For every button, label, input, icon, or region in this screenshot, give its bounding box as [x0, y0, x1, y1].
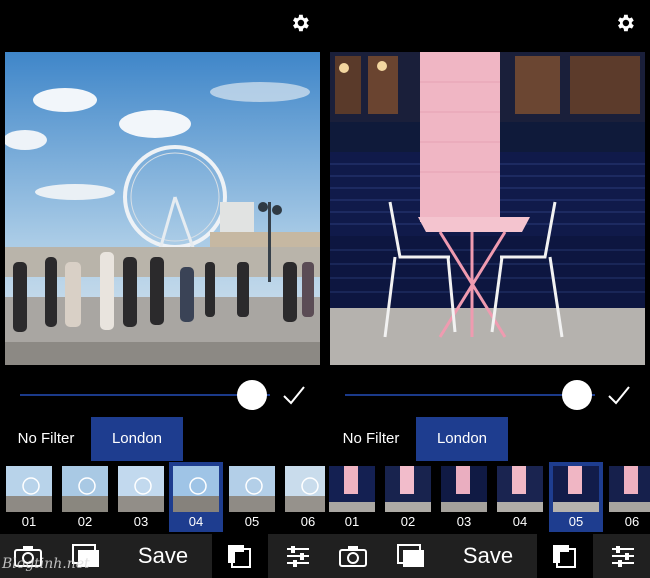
filter-tabs: No Filter London — [325, 417, 650, 461]
filter-thumbnail[interactable]: 02 — [381, 462, 435, 532]
watermark-text: Blogtinh.net — [2, 556, 90, 572]
tab-london[interactable]: London — [416, 417, 508, 461]
filter-thumbnail-selected[interactable]: 04 — [169, 462, 223, 532]
save-button[interactable]: Save — [443, 534, 533, 578]
filter-tabs: No Filter London — [0, 417, 325, 461]
slider-track — [20, 394, 270, 396]
thumbnail-number: 06 — [624, 514, 640, 529]
filter-thumbnail[interactable]: 03 — [437, 462, 491, 532]
intensity-slider[interactable] — [345, 380, 595, 410]
filter-thumbnails: 01 02 03 04 05 06 — [325, 462, 650, 532]
camera-button[interactable] — [325, 534, 380, 578]
tab-no-filter[interactable]: No Filter — [333, 417, 409, 461]
camera-icon — [338, 546, 367, 567]
slider-knob[interactable] — [562, 380, 592, 410]
filter-strip-icon — [228, 545, 251, 568]
gear-icon[interactable] — [614, 12, 636, 34]
london-eye-photo — [5, 52, 320, 365]
gear-icon[interactable] — [289, 12, 311, 34]
intensity-slider[interactable] — [20, 380, 270, 410]
filter-thumbnail[interactable]: 06 — [605, 462, 650, 532]
left-editor-panel: No Filter London 01 02 03 04 05 06 Save … — [0, 0, 325, 578]
thumbnail-image — [173, 466, 219, 512]
thumbnail-number: 03 — [456, 514, 472, 529]
sliders-icon — [611, 546, 634, 567]
thumbnail-image — [118, 466, 164, 512]
filter-thumbnail[interactable]: 06 — [281, 462, 325, 532]
thumbnail-image — [441, 466, 487, 512]
save-button[interactable]: Save — [118, 534, 208, 578]
thumbnail-number: 03 — [133, 514, 149, 529]
tab-london[interactable]: London — [91, 417, 183, 461]
check-icon[interactable] — [282, 384, 306, 406]
thumbnail-number: 02 — [400, 514, 416, 529]
thumbnail-image — [385, 466, 431, 512]
save-label: Save — [462, 543, 514, 568]
thumbnail-number: 06 — [300, 514, 316, 529]
pink-table-photo — [330, 52, 645, 365]
slider-track — [345, 394, 595, 396]
thumbnail-number: 01 — [21, 514, 37, 529]
thumbnail-number: 05 — [568, 514, 584, 529]
adjust-tool-button[interactable] — [595, 534, 650, 578]
check-icon[interactable] — [607, 384, 631, 406]
filter-thumbnail[interactable]: 02 — [58, 462, 112, 532]
thumbnail-image — [497, 466, 543, 512]
thumbnail-image — [62, 466, 108, 512]
thumbnail-image — [609, 466, 650, 512]
thumbnail-number: 01 — [344, 514, 360, 529]
tab-no-filter[interactable]: No Filter — [8, 417, 84, 461]
filter-thumbnail[interactable]: 03 — [114, 462, 168, 532]
filters-tool-button[interactable] — [537, 534, 593, 578]
thumbnail-image — [285, 466, 325, 512]
thumbnail-number: 04 — [512, 514, 528, 529]
thumbnail-number: 02 — [77, 514, 93, 529]
gallery-icon — [396, 544, 424, 567]
sliders-icon — [286, 546, 309, 567]
thumbnail-image — [6, 466, 52, 512]
thumbnail-image — [329, 466, 375, 512]
filter-thumbnail[interactable]: 04 — [493, 462, 547, 532]
filters-tool-button[interactable] — [212, 534, 268, 578]
filter-thumbnail-selected[interactable]: 05 — [549, 462, 603, 532]
filter-thumbnails: 01 02 03 04 05 06 — [0, 462, 325, 532]
bottom-toolbar: Save — [325, 534, 650, 578]
thumbnail-number: 04 — [188, 514, 204, 529]
filter-thumbnail[interactable]: 05 — [225, 462, 279, 532]
filter-thumbnail[interactable]: 01 — [2, 462, 56, 532]
filter-strip-icon — [553, 545, 576, 568]
gallery-button[interactable] — [383, 534, 438, 578]
filter-thumbnail[interactable]: 01 — [325, 462, 379, 532]
thumbnail-image — [553, 466, 599, 512]
adjust-tool-button[interactable] — [270, 534, 325, 578]
save-label: Save — [137, 543, 189, 568]
thumbnail-number: 05 — [244, 514, 260, 529]
thumbnail-image — [229, 466, 275, 512]
slider-knob[interactable] — [237, 380, 267, 410]
right-editor-panel: No Filter London 01 02 03 04 05 06 Save — [325, 0, 650, 578]
